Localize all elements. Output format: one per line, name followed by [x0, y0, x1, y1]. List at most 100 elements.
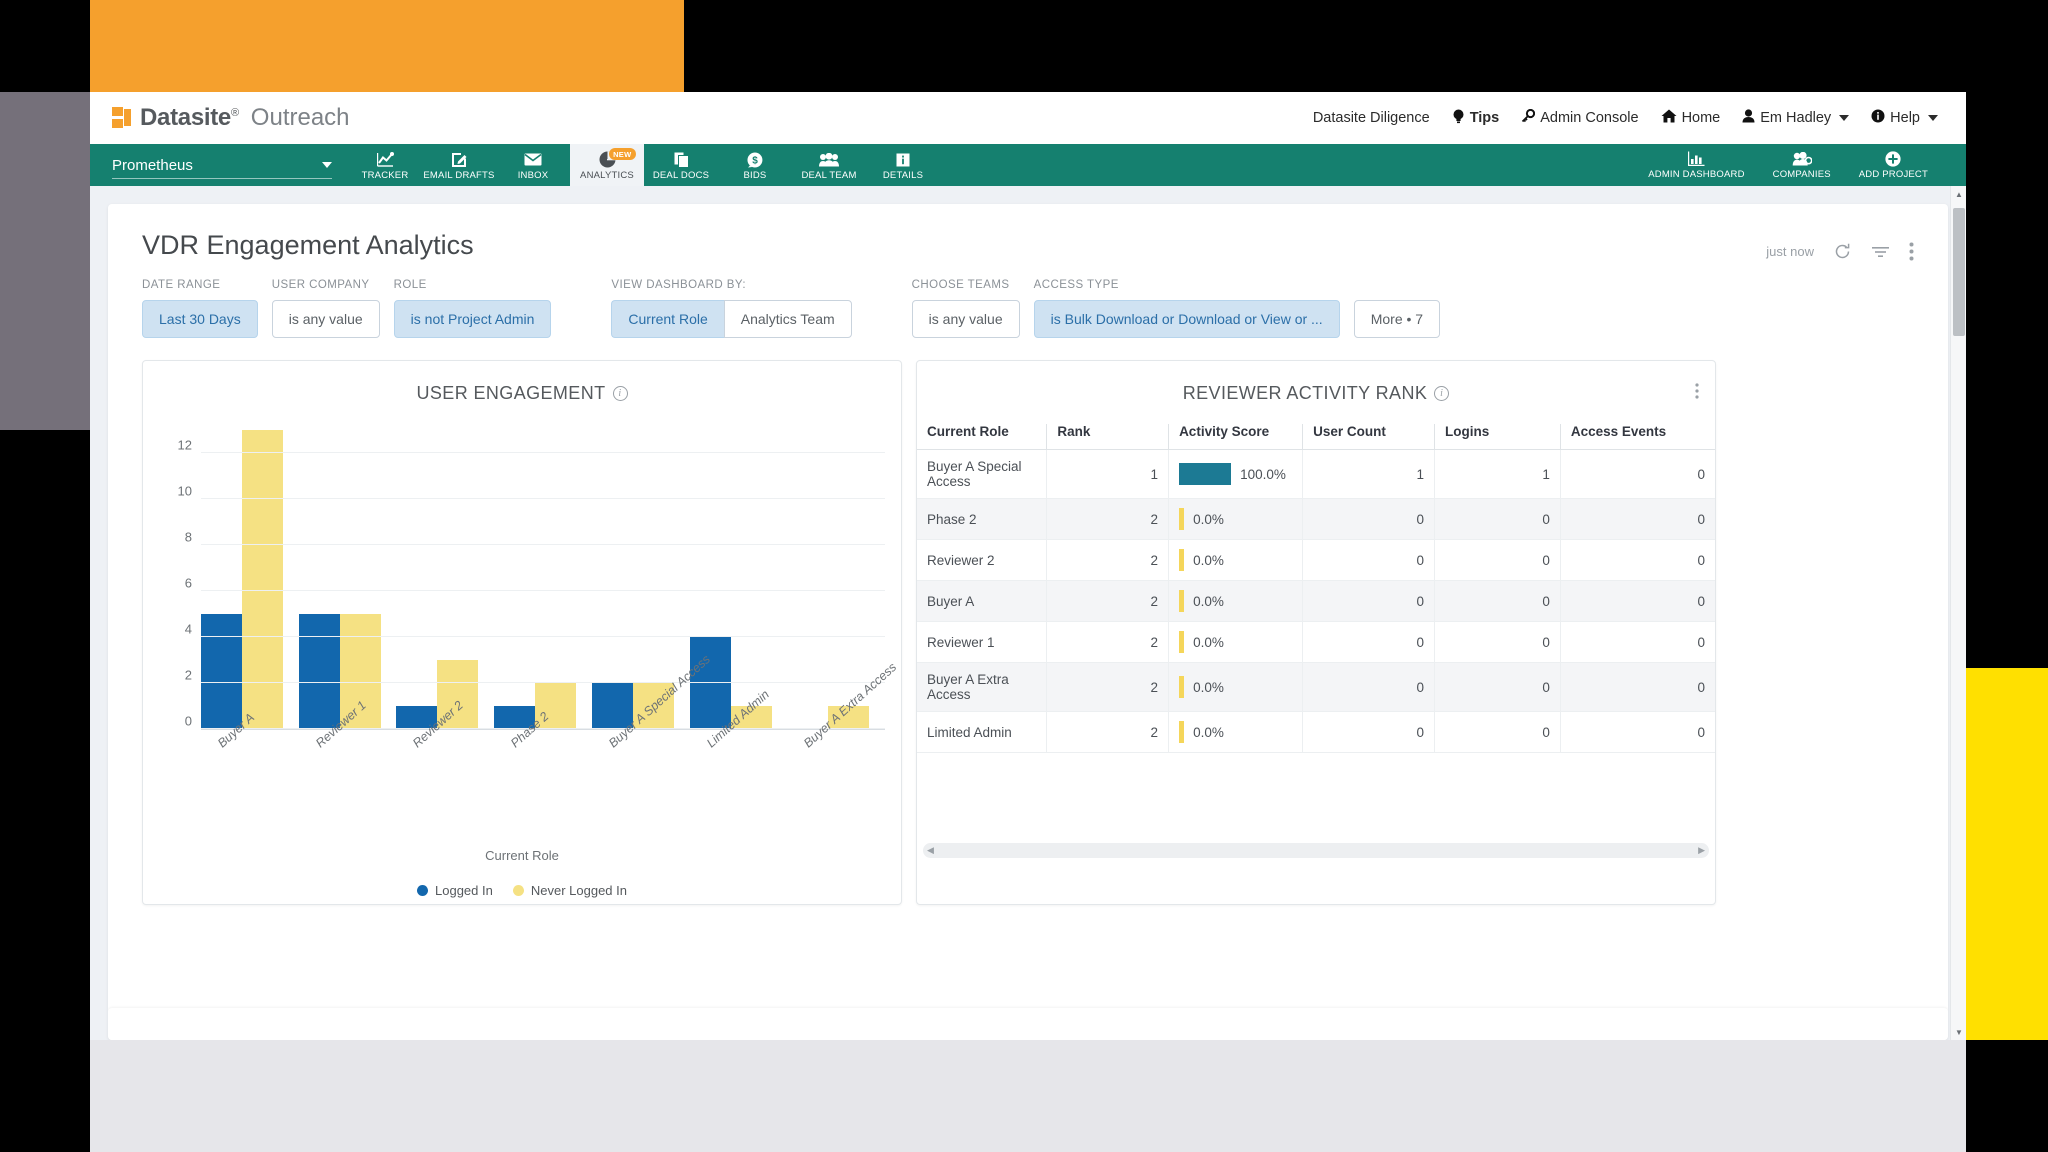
- table-column-header[interactable]: Access Events: [1560, 424, 1715, 450]
- project-bar-right-actions: ADMIN DASHBOARD COMPANIES ADD PROJECT: [1634, 144, 1966, 186]
- more-filters-button[interactable]: More • 7: [1353, 300, 1441, 338]
- pencil-square-icon: [451, 151, 467, 168]
- table-row[interactable]: Buyer A 2 0.0% 0 0 0: [917, 580, 1715, 622]
- decoration-yellow-block: [1966, 668, 2048, 1040]
- tab-add-project-label: ADD PROJECT: [1858, 169, 1928, 180]
- table-row[interactable]: Limited Admin 2 0.0% 0 0 0: [917, 711, 1715, 753]
- tab-add-project[interactable]: ADD PROJECT: [1845, 144, 1942, 186]
- table-row[interactable]: Reviewer 2 2 0.0% 0 0 0: [917, 539, 1715, 581]
- legend-item-never-logged-in[interactable]: Never Logged In: [512, 883, 627, 898]
- filter-user-company: USER COMPANY is any value: [271, 279, 380, 338]
- filter-view-analytics-team[interactable]: Analytics Team: [723, 300, 852, 338]
- table-horizontal-scrollbar[interactable]: ◀ ▶: [923, 843, 1709, 858]
- tab-deal-docs[interactable]: DEAL DOCS: [644, 144, 718, 186]
- cell-activity-score: 0.0%: [1168, 621, 1304, 663]
- companies-icon: [1792, 150, 1812, 167]
- nav-admin-console-label: Admin Console: [1540, 110, 1639, 126]
- chart-bar[interactable]: [298, 614, 340, 729]
- scroll-down-icon[interactable]: ▼: [1951, 1024, 1966, 1040]
- info-circle-icon: [1871, 109, 1885, 127]
- info-icon[interactable]: i: [1434, 386, 1450, 401]
- filter-date-range-value[interactable]: Last 30 Days: [142, 300, 258, 338]
- table-row[interactable]: Buyer A Special Access 1 100.0% 1 1 0: [917, 449, 1715, 499]
- filter-user-company-value[interactable]: is any value: [271, 300, 380, 338]
- scroll-left-icon[interactable]: ◀: [927, 845, 934, 856]
- filter-icon[interactable]: [1871, 245, 1890, 259]
- filter-choose-teams-value[interactable]: is any value: [911, 300, 1020, 338]
- activity-score-bar: [1179, 463, 1232, 485]
- tab-bids[interactable]: $ BIDS: [718, 144, 792, 186]
- chart-x-tick: Reviewer 1: [299, 698, 397, 844]
- table-column-header[interactable]: Rank: [1046, 424, 1170, 450]
- scrollbar-thumb[interactable]: [1953, 208, 1965, 336]
- scroll-right-icon[interactable]: ▶: [1698, 845, 1705, 856]
- chart-gridline: 12: [178, 437, 885, 453]
- bar-chart-box-icon: [1687, 150, 1705, 167]
- cell-logins: 0: [1434, 498, 1561, 540]
- info-icon[interactable]: i: [612, 386, 628, 401]
- project-selector[interactable]: Prometheus: [90, 144, 348, 186]
- tab-analytics[interactable]: NEW ANALYTICS: [570, 144, 644, 186]
- dashboard-vertical-scrollbar[interactable]: ▲ ▼: [1950, 186, 1966, 1040]
- activity-score-label: 0.0%: [1193, 634, 1224, 650]
- tab-admin-dashboard[interactable]: ADMIN DASHBOARD: [1634, 144, 1758, 186]
- refresh-icon[interactable]: [1833, 242, 1852, 261]
- activity-score-label: 0.0%: [1193, 552, 1224, 568]
- cell-access-events: 0: [1560, 539, 1715, 581]
- tab-inbox[interactable]: INBOX: [496, 144, 570, 186]
- cell-current-role: Limited Admin: [917, 711, 1048, 753]
- filter-access-type-value[interactable]: is Bulk Download or Download or View or …: [1033, 300, 1340, 338]
- chart-y-tick-label: 8: [184, 529, 192, 544]
- decoration-bottom-block: [90, 1040, 1966, 1152]
- widgets-row: USER ENGAGEMENT i 0 2 4 6 8 10 12 Buyer A Revie…: [108, 338, 1948, 905]
- scroll-up-icon[interactable]: ▲: [1951, 186, 1966, 202]
- chart-bars: [201, 430, 885, 729]
- activity-score-label: 0.0%: [1193, 511, 1224, 527]
- nav-tips[interactable]: Tips: [1452, 109, 1499, 128]
- chart-bar[interactable]: [242, 430, 283, 729]
- cell-logins: 0: [1434, 580, 1561, 622]
- kebab-menu-icon[interactable]: [1909, 242, 1914, 261]
- user-engagement-title: USER ENGAGEMENT i: [143, 361, 901, 404]
- screenshot-root: Datasite® Outreach Datasite Diligence Ti…: [0, 0, 2048, 1152]
- nav-user-menu[interactable]: Em Hadley: [1742, 109, 1850, 127]
- table-row[interactable]: Buyer A Extra Access 2 0.0% 0 0 0: [917, 662, 1715, 712]
- tab-email-drafts[interactable]: EMAIL DRAFTS: [422, 144, 496, 186]
- filter-role-label: ROLE: [393, 279, 427, 291]
- activity-score-label: 0.0%: [1193, 593, 1224, 609]
- table-column-header[interactable]: User Count: [1302, 424, 1436, 450]
- cell-access-events: 0: [1560, 449, 1715, 499]
- tab-inbox-label: INBOX: [517, 170, 549, 181]
- tab-deal-team[interactable]: DEAL TEAM: [792, 144, 866, 186]
- chart-bar[interactable]: [201, 614, 242, 729]
- tab-companies[interactable]: COMPANIES: [1759, 144, 1845, 186]
- table-row[interactable]: Reviewer 1 2 0.0% 0 0 0: [917, 621, 1715, 663]
- tab-tracker[interactable]: TRACKER: [348, 144, 422, 186]
- filter-role: ROLE is not Project Admin: [393, 279, 552, 338]
- table-row[interactable]: Phase 2 2 0.0% 0 0 0: [917, 498, 1715, 540]
- user-engagement-chart: 0 2 4 6 8 10 12 Buyer A Reviewer 1 Reviewer 2 Pha…: [143, 430, 901, 750]
- legend-label-logged-in: Logged In: [435, 883, 493, 898]
- filter-view-dashboard-by-group: Current Role Analytics Team: [611, 300, 852, 338]
- cell-current-role: Buyer A Special Access: [917, 449, 1048, 499]
- table-column-header[interactable]: Activity Score: [1168, 424, 1304, 450]
- filter-choose-teams-label: CHOOSE TEAMS: [911, 279, 1010, 291]
- nav-help[interactable]: Help: [1871, 109, 1938, 127]
- filter-view-current-role[interactable]: Current Role: [611, 300, 724, 338]
- table-column-header[interactable]: Current Role: [917, 424, 1048, 450]
- cell-current-role: Phase 2: [917, 498, 1048, 540]
- chart-y-tick-label: 12: [177, 437, 192, 452]
- legend-item-logged-in[interactable]: Logged In: [417, 883, 493, 898]
- chart-x-axis-title: Current Role: [485, 848, 559, 863]
- table-column-header[interactable]: Logins: [1434, 424, 1561, 450]
- filter-more-spacer: [1354, 279, 1440, 291]
- filter-role-value[interactable]: is not Project Admin: [393, 300, 552, 338]
- chart-gridline: 2: [185, 667, 885, 683]
- kebab-menu-icon[interactable]: [1695, 383, 1699, 404]
- nav-user-label: Em Hadley: [1760, 110, 1832, 126]
- tab-details[interactable]: DETAILS: [866, 144, 940, 186]
- nav-home[interactable]: Home: [1661, 109, 1720, 127]
- cell-user-count: 0: [1302, 498, 1436, 540]
- chart-bar[interactable]: [689, 637, 731, 729]
- nav-admin-console[interactable]: Admin Console: [1521, 109, 1639, 127]
